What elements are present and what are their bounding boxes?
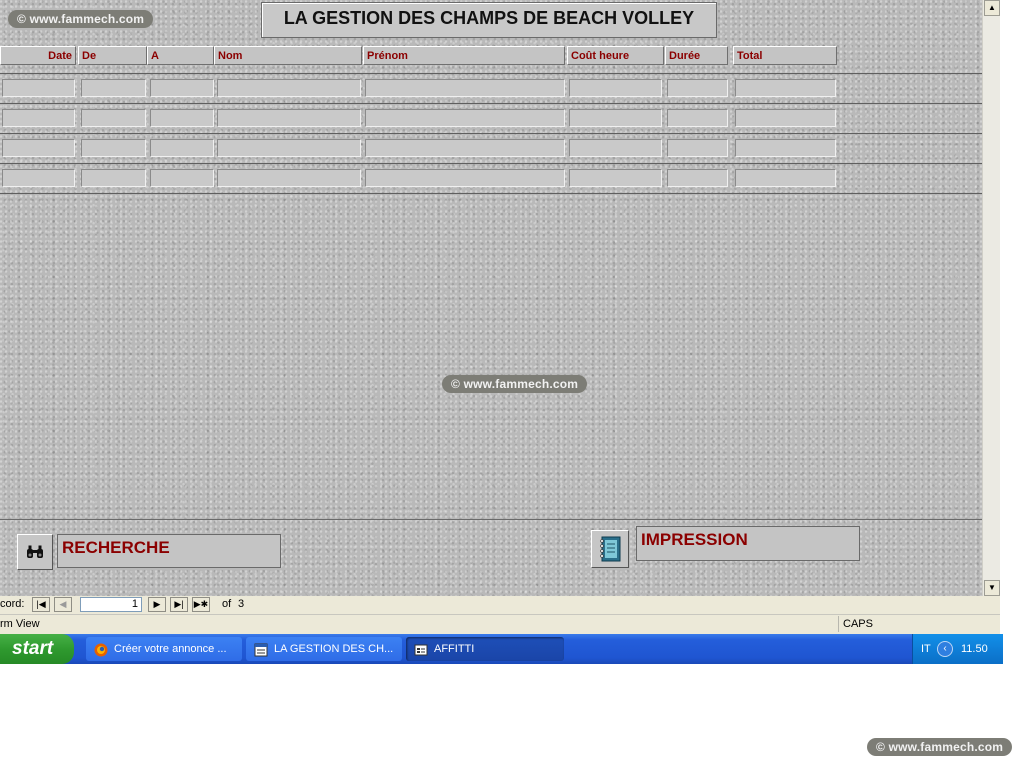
taskbar-button-browser[interactable]: Créer votre annonce ... <box>86 637 242 661</box>
date-field[interactable] <box>2 169 75 187</box>
column-header-a: A <box>147 46 214 65</box>
nom-field[interactable] <box>217 109 361 127</box>
de-field[interactable] <box>81 79 146 97</box>
row-separator <box>0 133 982 134</box>
start-button[interactable]: start <box>0 634 74 664</box>
watermark-bottom: © www.fammech.com <box>867 738 1013 756</box>
column-header-cout-heure: Coût heure <box>567 46 664 65</box>
clock: 11.50 <box>961 643 988 655</box>
watermark-center: © www.fammech.com <box>442 375 588 393</box>
form-area: © www.fammech.com LA GESTION DES CHAMPS … <box>0 0 982 596</box>
column-header-nom: Nom <box>214 46 362 65</box>
a-field[interactable] <box>150 79 214 97</box>
total-field[interactable] <box>735 79 836 97</box>
date-field[interactable] <box>2 109 75 127</box>
system-tray: IT ‹ 11.50 <box>912 634 1003 664</box>
a-field[interactable] <box>150 139 214 157</box>
taskbar-button-form[interactable]: LA GESTION DES CH... <box>246 637 402 661</box>
de-field[interactable] <box>81 109 146 127</box>
firefox-icon <box>94 642 108 657</box>
total-field[interactable] <box>735 169 836 187</box>
row-separator <box>0 103 982 104</box>
nom-field[interactable] <box>217 79 361 97</box>
a-field[interactable] <box>150 169 214 187</box>
row-separator <box>0 193 982 194</box>
nom-field[interactable] <box>217 169 361 187</box>
prenom-field[interactable] <box>365 109 565 127</box>
de-field[interactable] <box>81 139 146 157</box>
column-header-de: De <box>78 46 147 65</box>
scroll-up-icon[interactable]: ▲ <box>984 0 1000 16</box>
new-record-icon[interactable]: ▶✱ <box>192 597 210 612</box>
form-window-icon <box>254 642 268 657</box>
a-field[interactable] <box>150 109 214 127</box>
prenom-field[interactable] <box>365 139 565 157</box>
watermark-top: © www.fammech.com <box>8 10 154 28</box>
caps-indicator: CAPS <box>838 616 896 632</box>
date-field[interactable] <box>2 139 75 157</box>
nom-field[interactable] <box>217 139 361 157</box>
column-header-total: Total <box>733 46 837 65</box>
record-label: cord: <box>0 598 25 610</box>
column-header-date: Date <box>0 46 76 65</box>
status-bar: rm View CAPS <box>0 614 1000 634</box>
total-field[interactable] <box>735 109 836 127</box>
de-field[interactable] <box>81 169 146 187</box>
prenom-field[interactable] <box>365 169 565 187</box>
duree-field[interactable] <box>667 109 728 127</box>
taskbar-button-label: LA GESTION DES CH... <box>274 643 394 655</box>
last-record-icon[interactable]: ▶| <box>170 597 188 612</box>
search-button[interactable] <box>17 534 53 570</box>
next-record-icon[interactable]: ▶ <box>148 597 166 612</box>
record-of-label: of <box>222 598 232 610</box>
record-number-input[interactable]: 1 <box>80 597 142 612</box>
taskbar-button-label: Créer votre annonce ... <box>114 643 227 655</box>
duree-field[interactable] <box>667 79 728 97</box>
scroll-down-icon[interactable]: ▼ <box>984 580 1000 596</box>
cout-heure-field[interactable] <box>569 109 662 127</box>
column-header-prenom: Prénom <box>363 46 565 65</box>
cout-heure-field[interactable] <box>569 169 662 187</box>
taskbar-button-label: AFFITTI <box>434 643 475 655</box>
binoculars-icon <box>27 545 43 558</box>
row-separator <box>0 163 982 164</box>
date-field[interactable] <box>2 79 75 97</box>
notebook-icon <box>600 536 621 562</box>
taskbar: start Créer votre annonce ... LA GESTION… <box>0 634 1003 664</box>
cout-heure-field[interactable] <box>569 139 662 157</box>
language-indicator[interactable]: IT <box>921 634 931 664</box>
total-field[interactable] <box>735 139 836 157</box>
duree-field[interactable] <box>667 139 728 157</box>
record-navigation-bar: cord: |◀ ◀ 1 ▶ ▶| ▶✱ of 3 <box>0 596 1000 614</box>
tray-expand-icon[interactable]: ‹ <box>937 641 953 657</box>
record-total-count: 3 <box>238 598 245 610</box>
taskbar-button-affitti[interactable]: AFFITTI <box>406 637 564 661</box>
prenom-field[interactable] <box>365 79 565 97</box>
previous-record-icon[interactable]: ◀ <box>54 597 72 612</box>
vertical-scrollbar[interactable]: ▲ ▼ <box>982 0 1000 596</box>
print-label[interactable]: IMPRESSION <box>636 526 860 561</box>
print-button[interactable] <box>591 530 629 568</box>
row-separator <box>0 73 982 74</box>
form-title: LA GESTION DES CHAMPS DE BEACH VOLLEY <box>261 2 717 38</box>
search-label[interactable]: RECHERCHE <box>57 534 281 568</box>
column-header-duree: Durée <box>665 46 728 65</box>
status-view-text: rm View <box>0 618 40 630</box>
form-footer-separator <box>0 519 982 520</box>
duree-field[interactable] <box>667 169 728 187</box>
first-record-icon[interactable]: |◀ <box>32 597 50 612</box>
cout-heure-field[interactable] <box>569 79 662 97</box>
form-window-icon <box>414 642 428 656</box>
